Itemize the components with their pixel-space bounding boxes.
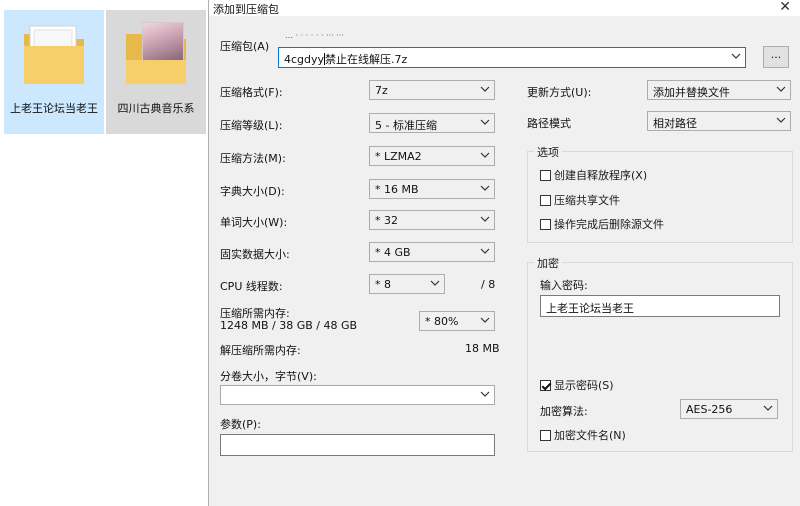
checkbox-icon [540, 219, 551, 230]
update-mode-value: 添加并替换文件 [653, 86, 730, 99]
sfx-checkbox[interactable]: 创建自释放程序(X) [540, 167, 647, 183]
password-value: 上老王论坛当老王 [546, 302, 634, 315]
word-label: 单词大小(W): [220, 216, 288, 229]
method-select[interactable]: * LZMA2 [369, 146, 495, 166]
chevron-down-icon [480, 149, 490, 161]
level-value: 5 - 标准压缩 [375, 119, 437, 132]
encrypt-names-checkbox[interactable]: 加密文件名(N) [540, 427, 626, 443]
algorithm-label: 加密算法: [540, 405, 588, 418]
options-title: 选项 [534, 144, 562, 160]
folder-icon [24, 25, 84, 84]
encryption-group: 加密 输入密码: 上老王论坛当老王 显示密码(S) 加密算法: AES-256 … [527, 255, 793, 452]
folder-label: 四川古典音乐系 [117, 102, 195, 115]
show-password-checkbox[interactable]: 显示密码(S) [540, 377, 614, 393]
method-value: * LZMA2 [375, 150, 422, 163]
volume-label: 分卷大小，字节(V): [220, 370, 317, 383]
archive-path-hint: … · · · · · · ··· ··· [285, 31, 344, 40]
chevron-down-icon [776, 83, 786, 95]
archive-path-text-before: 4cgdyy [284, 53, 325, 66]
update-mode-select[interactable]: 添加并替换文件 [647, 80, 791, 100]
word-value: * 32 [375, 214, 398, 227]
dict-value: * 16 MB [375, 183, 419, 196]
sfx-label: 创建自释放程序(X) [554, 169, 648, 182]
archive-label: 压缩包(A) [220, 40, 270, 53]
chevron-down-icon [480, 245, 490, 257]
chevron-down-icon [776, 114, 786, 126]
checkbox-icon [540, 430, 551, 441]
dict-label: 字典大小(D): [220, 185, 285, 198]
chevron-down-icon [480, 182, 490, 194]
path-mode-select[interactable]: 相对路径 [647, 111, 791, 131]
path-mode-value: 相对路径 [653, 117, 697, 130]
solid-select[interactable]: * 4 GB [369, 242, 495, 262]
chevron-down-icon [480, 213, 490, 225]
volume-size-input[interactable] [220, 385, 495, 405]
cpu-max: / 8 [481, 278, 496, 291]
chevron-down-icon[interactable] [480, 388, 490, 400]
delete-source-checkbox[interactable]: 操作完成后删除源文件 [540, 216, 664, 232]
chevron-down-icon [480, 83, 490, 95]
delete-source-label: 操作完成后删除源文件 [554, 218, 664, 231]
shared-files-label: 压缩共享文件 [554, 194, 620, 207]
algorithm-value: AES-256 [686, 403, 733, 416]
cpu-label: CPU 线程数: [220, 280, 283, 293]
show-password-label: 显示密码(S) [554, 379, 614, 392]
encryption-title: 加密 [534, 255, 562, 271]
folder-item[interactable]: 四川古典音乐系 [106, 10, 206, 134]
dict-select[interactable]: * 16 MB [369, 179, 495, 199]
encrypt-names-label: 加密文件名(N) [554, 429, 626, 442]
cpu-value: * 8 [375, 278, 391, 291]
chevron-down-icon [430, 277, 440, 289]
dialog-title: 添加到压缩包 [213, 3, 279, 16]
file-explorer: 上老王论坛当老王 四川古典音乐系 [0, 0, 208, 506]
checkbox-icon [540, 195, 551, 206]
method-label: 压缩方法(M): [220, 152, 286, 165]
mem-compress-detail: 1248 MB / 38 GB / 48 GB [220, 319, 358, 332]
password-input[interactable]: 上老王论坛当老王 [540, 295, 780, 317]
mem-usage-value: * 80% [425, 315, 459, 328]
mem-decompress-value: 18 MB [465, 342, 500, 355]
word-select[interactable]: * 32 [369, 210, 495, 230]
solid-label: 固实数据大小: [220, 248, 290, 261]
level-label: 压缩等级(L): [220, 119, 283, 132]
chevron-down-icon [480, 314, 490, 326]
folder-item[interactable]: 上老王论坛当老王 [4, 10, 104, 134]
chevron-down-icon [763, 402, 773, 414]
format-value: 7z [375, 84, 388, 97]
archive-path-input[interactable]: 4cgdyy禁止在线解压.7z [278, 47, 746, 68]
params-label: 参数(P): [220, 418, 261, 431]
browse-button[interactable]: ... [763, 46, 789, 68]
path-mode-label: 路径模式 [527, 117, 571, 130]
chevron-down-icon[interactable] [731, 50, 741, 62]
add-to-archive-dialog: 添加到压缩包 ✕ 压缩包(A) … · · · · · · ··· ··· 4c… [208, 0, 800, 506]
password-label: 输入密码: [540, 279, 588, 292]
params-input[interactable] [220, 434, 495, 456]
shared-files-checkbox[interactable]: 压缩共享文件 [540, 192, 620, 208]
mem-decompress-label: 解压缩所需内存: [220, 344, 301, 357]
checkbox-icon [540, 170, 551, 181]
cpu-select[interactable]: * 8 [369, 274, 445, 294]
close-icon[interactable]: ✕ [779, 0, 791, 15]
update-mode-label: 更新方式(U): [527, 86, 592, 99]
photo-thumbnail [142, 22, 184, 72]
chevron-down-icon [480, 116, 490, 128]
algorithm-select[interactable]: AES-256 [680, 399, 778, 419]
folder-label: 上老王论坛当老王 [10, 102, 98, 115]
level-select[interactable]: 5 - 标准压缩 [369, 113, 495, 133]
archive-path-text-after: 禁止在线解压.7z [325, 53, 408, 66]
format-label: 压缩格式(F): [220, 86, 283, 99]
mem-usage-select[interactable]: * 80% [419, 311, 495, 331]
solid-value: * 4 GB [375, 246, 411, 259]
title-bar: 添加到压缩包 ✕ [209, 0, 800, 16]
checkbox-checked-icon [540, 380, 551, 391]
format-select[interactable]: 7z [369, 80, 495, 100]
options-group: 选项 创建自释放程序(X) 压缩共享文件 操作完成后删除源文件 [527, 144, 793, 243]
